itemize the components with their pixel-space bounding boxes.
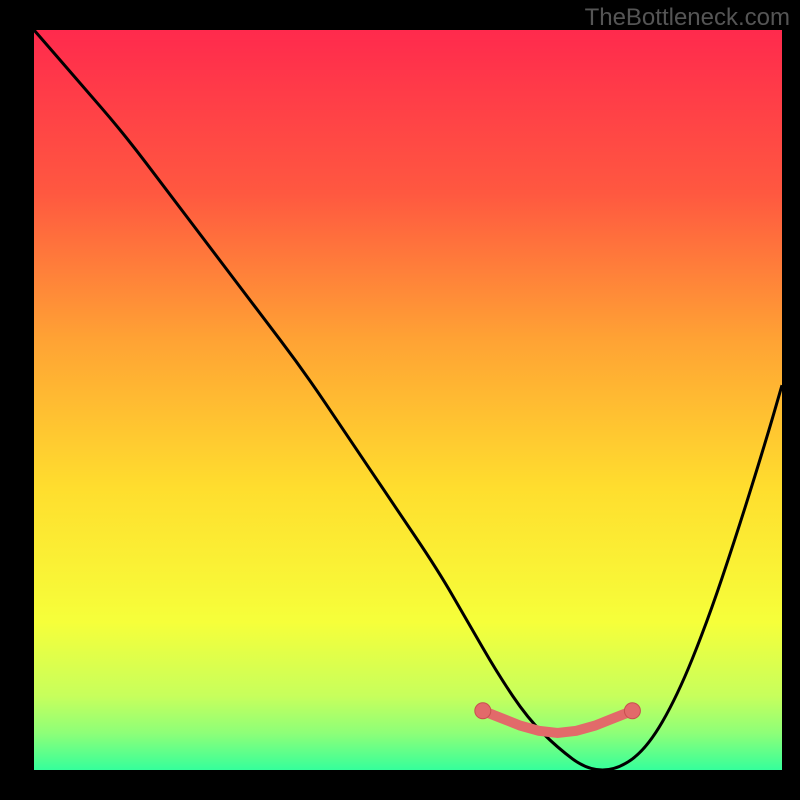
optimal-range-endpoint [624,703,640,719]
watermark-text: TheBottleneck.com [585,4,790,32]
optimal-range-endpoint [475,703,491,719]
chart-container: TheBottleneck.com [0,0,800,800]
bottleneck-chart [0,0,800,800]
chart-gradient-background [34,30,782,770]
